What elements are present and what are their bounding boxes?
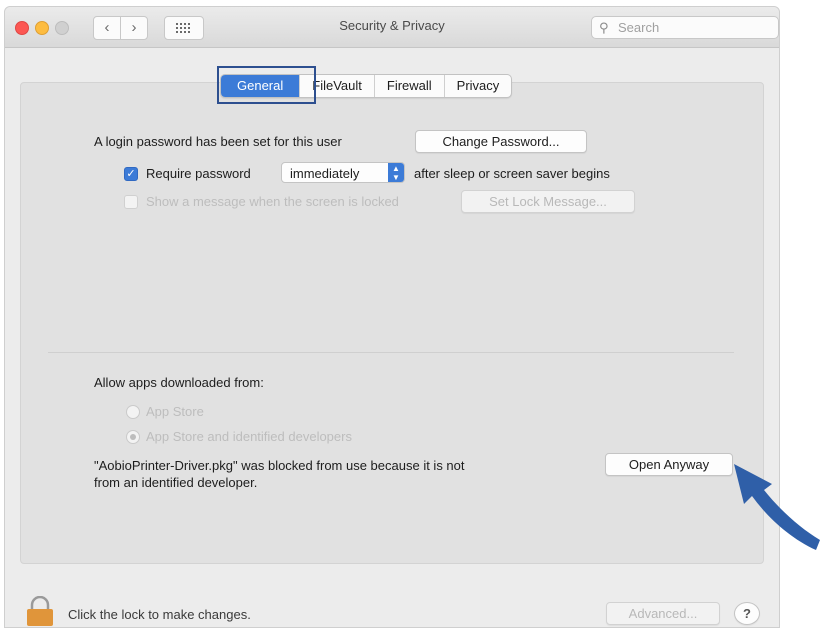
login-password-text: A login password has been set for this u… [94, 134, 342, 149]
lock-message-text: Click the lock to make changes. [68, 607, 251, 622]
require-password-checkbox[interactable]: ✓ [124, 167, 138, 181]
help-button[interactable]: ? [734, 602, 760, 625]
radio-selected-dot [130, 434, 136, 440]
change-password-button[interactable]: Change Password... [415, 130, 587, 153]
radio-app-store[interactable] [126, 405, 140, 419]
search-field[interactable]: ⚲ Search [591, 16, 779, 39]
blocked-message-line1: "AobioPrinter-Driver.pkg" was blocked fr… [94, 458, 465, 473]
title-bar: ‹ › Security & Privacy ⚲ Search [5, 7, 779, 48]
open-anyway-button[interactable]: Open Anyway [605, 453, 733, 476]
search-icon: ⚲ [599, 20, 609, 35]
set-lock-message-button[interactable]: Set Lock Message... [461, 190, 635, 213]
allow-apps-heading: Allow apps downloaded from: [94, 375, 264, 390]
radio-identified-developers-label: App Store and identified developers [146, 429, 352, 444]
require-interval-value: immediately [290, 166, 360, 181]
pointer-arrow-icon [734, 464, 820, 550]
tab-firewall[interactable]: Firewall [375, 75, 445, 97]
section-divider [48, 352, 734, 353]
advanced-button[interactable]: Advanced... [606, 602, 720, 625]
after-sleep-text: after sleep or screen saver begins [414, 166, 610, 181]
lock-icon[interactable] [24, 596, 56, 626]
blocked-message-line2: from an identified developer. [94, 475, 258, 490]
content-panel [20, 82, 764, 564]
search-placeholder: Search [618, 20, 660, 35]
radio-identified-developers[interactable] [126, 430, 140, 444]
updown-arrow-icon: ▲ ▼ [388, 163, 404, 182]
require-interval-select[interactable]: immediately ▲ ▼ [281, 162, 405, 183]
tab-privacy[interactable]: Privacy [445, 75, 512, 97]
show-message-label: Show a message when the screen is locked [146, 194, 399, 209]
tab-highlight-box [217, 66, 316, 104]
require-password-label: Require password [146, 166, 251, 181]
radio-app-store-label: App Store [146, 404, 204, 419]
show-message-checkbox[interactable] [124, 195, 138, 209]
